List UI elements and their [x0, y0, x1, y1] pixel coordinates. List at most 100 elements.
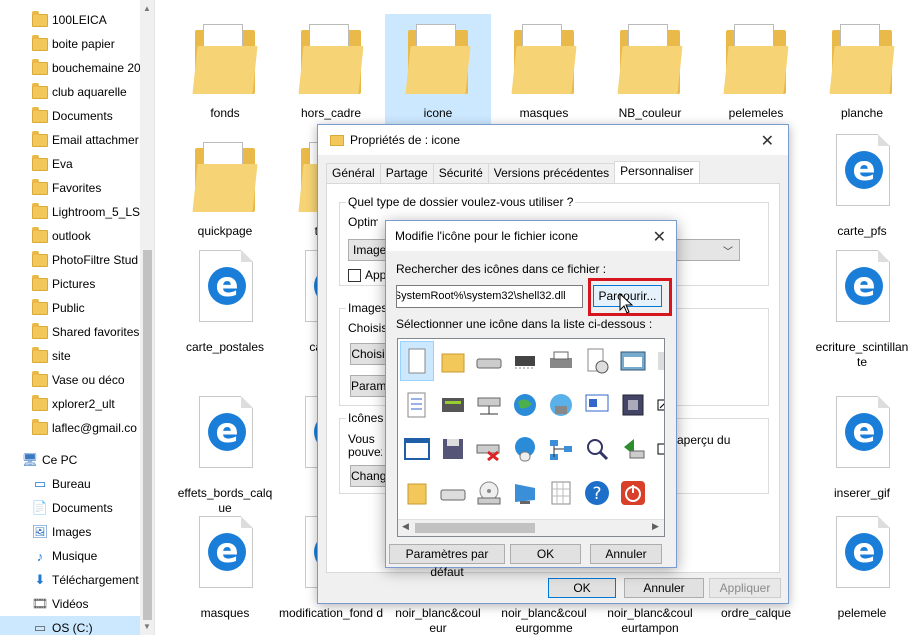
nav-item[interactable]: Vase ou déco	[0, 368, 140, 392]
choose-file-button[interactable]: Choisir un fichier...	[350, 343, 390, 365]
clock-doc-icon[interactable]	[580, 341, 614, 381]
nav-item[interactable]: xplorer2_ult	[0, 392, 140, 416]
globe-icon[interactable]	[508, 385, 542, 425]
cd-drive-icon[interactable]	[472, 473, 506, 513]
file-tile[interactable]: e carte_pfs	[809, 124, 915, 248]
nav-item[interactable]: outlook	[0, 224, 140, 248]
default-settings-button[interactable]: Paramètres par défaut	[389, 544, 505, 579]
network-drive-icon[interactable]	[472, 385, 506, 425]
folder-icon[interactable]	[436, 341, 470, 381]
nav-item[interactable]: 100LEICA	[0, 8, 140, 32]
icon-list-scroll-thumb[interactable]	[415, 523, 535, 533]
file-tile[interactable]: fonds	[172, 6, 278, 130]
file-tile[interactable]: e inserer_gif	[809, 386, 915, 510]
arrow-icon[interactable]	[652, 341, 664, 381]
app-window-icon[interactable]	[400, 429, 434, 469]
tab-sharing[interactable]: Partage	[379, 163, 434, 183]
cancel-button[interactable]: Annuler	[624, 578, 704, 598]
globe-mouse-icon[interactable]	[508, 429, 542, 469]
disconnected-drive-icon[interactable]	[472, 429, 506, 469]
navigation-scrollbar[interactable]: ▲ ▼	[140, 0, 154, 635]
tab-security[interactable]: Sécurité	[432, 163, 489, 183]
arrow-drive-icon[interactable]	[616, 429, 650, 469]
floppy-icon[interactable]	[436, 429, 470, 469]
shortcut2-icon[interactable]	[652, 429, 664, 469]
cancel-button[interactable]: Annuler	[590, 544, 662, 564]
nav-item[interactable]: boite papier	[0, 32, 140, 56]
nav-item[interactable]: Eva	[0, 152, 140, 176]
nav-item[interactable]: PhotoFiltre Stud	[0, 248, 140, 272]
scroll-up-icon[interactable]: ▲	[143, 4, 151, 13]
shortcut-icon[interactable]	[652, 385, 664, 425]
nav-item[interactable]: 🖼 Images	[0, 520, 140, 544]
file-tile[interactable]: e carte_postales	[172, 240, 278, 364]
file-tile[interactable]: e pelemele	[809, 506, 915, 630]
server-icon[interactable]	[436, 385, 470, 425]
ok-button[interactable]: OK	[510, 544, 581, 564]
nav-item[interactable]: ▭ OS (C:)	[0, 616, 140, 635]
nav-item[interactable]: site	[0, 344, 140, 368]
folder2-icon[interactable]	[400, 473, 434, 513]
apply-subfolders-checkbox[interactable]	[348, 269, 361, 282]
nav-item[interactable]: bouchemaine 20	[0, 56, 140, 80]
icon-file-path-input[interactable]: %SystemRoot%\system32\shell32.dll	[396, 285, 583, 308]
disk-icon[interactable]	[616, 385, 650, 425]
apply-button[interactable]: Appliquer	[709, 578, 781, 598]
nav-item[interactable]: Email attachmer	[0, 128, 140, 152]
nav-item[interactable]: Lightroom_5_LS	[0, 200, 140, 224]
file-tile[interactable]: e masques	[172, 506, 278, 630]
scroll-right-icon[interactable]: ▶	[652, 521, 659, 532]
help-icon[interactable]: ?	[580, 473, 614, 513]
nav-item[interactable]: Shared favorites	[0, 320, 140, 344]
power-icon[interactable]	[616, 473, 650, 513]
close-icon[interactable]: ✕	[653, 227, 666, 247]
grid-icon[interactable]	[544, 473, 578, 513]
nav-item[interactable]: 🎞 Vidéos	[0, 592, 140, 616]
text-doc-icon[interactable]	[400, 385, 434, 425]
navigation-scroll-thumb[interactable]	[143, 250, 152, 620]
restore-default-button[interactable]: Paramètres par défaut	[350, 375, 390, 397]
file-tile[interactable]: masques	[491, 6, 597, 130]
nav-item[interactable]: ♪ Musique	[0, 544, 140, 568]
printer-icon[interactable]	[544, 341, 578, 381]
file-tile[interactable]: icone	[385, 6, 491, 130]
drive-icon[interactable]	[472, 341, 506, 381]
properties-titlebar: Propriétés de : icone ✕	[318, 125, 788, 155]
chip-icon[interactable]	[508, 341, 542, 381]
tape-drive-icon[interactable]	[436, 473, 470, 513]
nav-item[interactable]: 📄 Documents	[0, 496, 140, 520]
file-tile[interactable]: quickpage	[172, 124, 278, 248]
network-icon[interactable]	[544, 385, 578, 425]
scroll-left-icon[interactable]: ◀	[402, 521, 409, 532]
presentation-icon[interactable]	[580, 385, 614, 425]
file-tile[interactable]: pelemeles	[703, 6, 809, 130]
icon-list[interactable]: ? ◀ ▶	[397, 338, 665, 537]
search-icon[interactable]	[580, 429, 614, 469]
window-icon[interactable]	[616, 341, 650, 381]
file-tile[interactable]: planche	[809, 6, 915, 130]
nav-item[interactable]: ▭ Bureau	[0, 472, 140, 496]
nav-item[interactable]: laflec@gmail.co	[0, 416, 140, 440]
blank-doc-icon[interactable]	[400, 341, 434, 381]
tab-customize[interactable]: Personnaliser	[614, 161, 700, 183]
nav-item[interactable]: 🖥 Ce PC	[0, 448, 140, 472]
ok-button[interactable]: OK	[548, 578, 616, 598]
nav-item[interactable]: Pictures	[0, 272, 140, 296]
tab-previous-versions[interactable]: Versions précédentes	[487, 163, 616, 183]
nav-item[interactable]: club aquarelle	[0, 80, 140, 104]
file-tile[interactable]: hors_cadre	[278, 6, 384, 130]
file-tile[interactable]: NB_couleur	[597, 6, 703, 130]
change-icon-button[interactable]: Changer d'icône...	[350, 465, 390, 487]
nav-item[interactable]: Favorites	[0, 176, 140, 200]
monitor-icon[interactable]	[508, 473, 542, 513]
tree-icon[interactable]	[544, 429, 578, 469]
file-tile[interactable]: e effets_bords_calq ue	[172, 386, 278, 515]
scroll-down-icon[interactable]: ▼	[143, 622, 151, 631]
nav-item[interactable]: ⬇ Téléchargement	[0, 568, 140, 592]
close-icon[interactable]: ✕	[761, 131, 774, 151]
nav-item[interactable]: Documents	[0, 104, 140, 128]
nav-item[interactable]: Public	[0, 296, 140, 320]
icon-list-scrollbar[interactable]: ◀ ▶	[398, 519, 664, 536]
file-tile[interactable]: e ecriture_scintillan te	[809, 240, 915, 369]
tab-general[interactable]: Général	[326, 163, 381, 183]
